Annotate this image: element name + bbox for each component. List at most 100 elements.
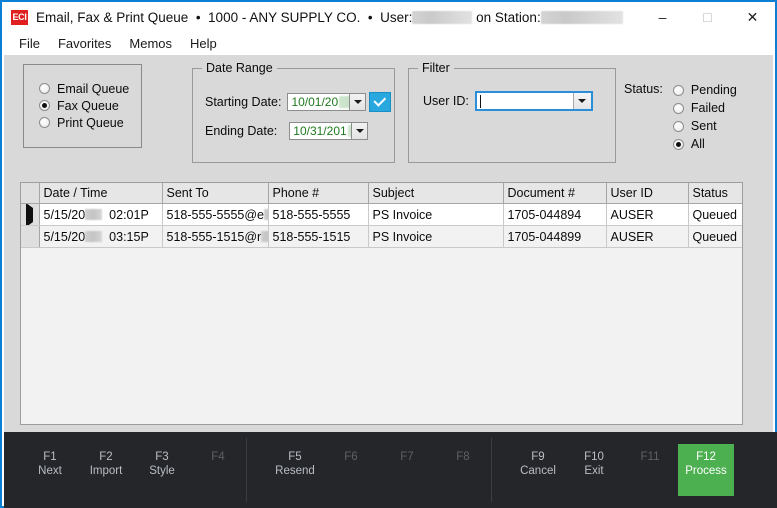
starting-date-row: Starting Date: 10/01/20 bbox=[205, 92, 392, 112]
date-range-title: Date Range bbox=[202, 61, 277, 75]
function-key-f11-key: F11 bbox=[640, 451, 660, 463]
function-key-f10-label: Exit bbox=[584, 465, 604, 477]
radio-fax-queue-indicator bbox=[39, 100, 50, 111]
function-key-f1-label: Next bbox=[38, 465, 62, 477]
column-header-user-id[interactable]: User ID bbox=[606, 183, 689, 204]
function-key-bar: F1 Next F2 Import F3 Style F4 F5 Resend bbox=[4, 432, 777, 508]
close-button[interactable]: ✕ bbox=[730, 2, 775, 32]
user-id-combo[interactable] bbox=[474, 91, 593, 111]
chevron-down-icon bbox=[353, 100, 362, 104]
function-key-f3-style[interactable]: F3 Style bbox=[134, 444, 190, 496]
menu-item-file[interactable]: File bbox=[10, 34, 49, 53]
menu-item-help[interactable]: Help bbox=[181, 34, 226, 53]
cell-datetime: 5/15/20 03:15P bbox=[39, 225, 163, 248]
cell-subject: PS Invoice bbox=[368, 225, 504, 248]
user-id-row: User ID: bbox=[423, 91, 593, 111]
user-id-label: User ID: bbox=[423, 94, 469, 108]
ending-date-label: Ending Date: bbox=[205, 124, 278, 138]
user-id-input[interactable] bbox=[476, 93, 573, 109]
title-user-label: User: bbox=[380, 9, 413, 25]
cell-phone: 518-555-1515 bbox=[268, 225, 369, 248]
function-key-f6-key: F6 bbox=[344, 451, 358, 463]
function-key-f10-key: F10 bbox=[584, 451, 604, 463]
title-station-label: on Station: bbox=[472, 9, 541, 25]
starting-date-input[interactable]: 10/01/20 bbox=[287, 93, 350, 111]
menu-item-memos[interactable]: Memos bbox=[120, 34, 181, 53]
filter-title: Filter bbox=[418, 61, 454, 75]
table-row[interactable]: 5/15/20 02:01P 518-555-5555@e 518-555-55… bbox=[21, 203, 742, 226]
ending-date-combo[interactable]: 10/31/201 bbox=[289, 122, 369, 140]
starting-date-dropdown-button[interactable] bbox=[349, 93, 367, 111]
cell-sent-to: 518-555-5555@e bbox=[162, 203, 269, 226]
date-range-apply-button[interactable] bbox=[369, 92, 392, 112]
function-key-f12-process[interactable]: F12 Process bbox=[678, 444, 734, 496]
title-company: 1000 - ANY SUPPLY CO. bbox=[208, 9, 361, 25]
title-app-name: Email, Fax & Print Queue bbox=[36, 9, 189, 25]
function-key-f5-key: F5 bbox=[288, 451, 302, 463]
current-row-arrow-icon bbox=[26, 203, 34, 225]
starting-date-combo[interactable]: 10/01/20 bbox=[287, 93, 367, 111]
function-key-f10-exit[interactable]: F10 Exit bbox=[566, 444, 622, 496]
row-selector-cell[interactable] bbox=[21, 203, 40, 226]
cell-document: 1705-044899 bbox=[503, 225, 607, 248]
chevron-down-icon bbox=[355, 129, 364, 133]
title-user-value-redacted bbox=[412, 10, 473, 24]
cell-phone: 518-555-5555 bbox=[268, 203, 369, 226]
radio-email-queue[interactable]: Email Queue bbox=[39, 80, 141, 97]
ending-date-dropdown-button[interactable] bbox=[351, 122, 369, 140]
function-key-f5-resend[interactable]: F5 Resend bbox=[267, 444, 323, 496]
radio-status-failed-indicator bbox=[672, 102, 684, 114]
cell-time-value: 02:01P bbox=[109, 207, 149, 222]
radio-fax-queue-label: Fax Queue bbox=[57, 98, 119, 113]
user-id-dropdown-button[interactable] bbox=[572, 93, 591, 109]
filter-group: Filter User ID: bbox=[408, 61, 616, 163]
function-key-f7: F7 bbox=[379, 444, 435, 496]
function-key-f2-import[interactable]: F2 Import bbox=[78, 444, 134, 496]
function-key-f4: F4 bbox=[190, 444, 246, 496]
column-header-sent-to[interactable]: Sent To bbox=[162, 183, 269, 204]
title-separator-2: • bbox=[360, 9, 381, 25]
title-bar: ECI Email, Fax & Print Queue • 1000 - AN… bbox=[2, 2, 775, 32]
column-header-datetime[interactable]: Date / Time bbox=[39, 183, 163, 204]
function-key-f1-next[interactable]: F1 Next bbox=[22, 444, 78, 496]
radio-status-failed[interactable]: Failed bbox=[672, 99, 737, 117]
queue-table: Date / Time Sent To Phone # Subject Docu… bbox=[21, 183, 742, 248]
radio-print-queue[interactable]: Print Queue bbox=[39, 114, 141, 131]
column-header-document[interactable]: Document # bbox=[503, 183, 607, 204]
window-controls: – □ ✕ bbox=[640, 2, 775, 32]
row-selector-cell[interactable] bbox=[21, 225, 40, 248]
title-station-value-redacted bbox=[540, 10, 623, 24]
maximize-button[interactable]: □ bbox=[685, 2, 730, 32]
starting-date-redacted bbox=[339, 96, 350, 108]
cell-date-redacted bbox=[85, 230, 103, 242]
ending-date-value: 10/31/201 bbox=[293, 124, 347, 138]
radio-status-sent[interactable]: Sent bbox=[672, 117, 737, 135]
menu-item-favorites[interactable]: Favorites bbox=[49, 34, 120, 53]
radio-status-all[interactable]: All bbox=[672, 135, 737, 153]
check-icon bbox=[373, 93, 387, 107]
column-header-subject[interactable]: Subject bbox=[368, 183, 504, 204]
status-filter-label: Status: bbox=[624, 82, 663, 96]
function-key-group-2: F5 Resend F6 F7 F8 bbox=[247, 432, 491, 508]
radio-email-queue-label: Email Queue bbox=[57, 81, 130, 96]
text-caret bbox=[479, 94, 481, 108]
function-key-f3-key: F3 bbox=[155, 451, 169, 463]
ending-date-input[interactable]: 10/31/201 bbox=[289, 122, 352, 140]
function-key-f2-key: F2 bbox=[99, 451, 113, 463]
function-key-f6: F6 bbox=[323, 444, 379, 496]
function-key-f9-label: Cancel bbox=[520, 465, 556, 477]
function-key-f9-cancel[interactable]: F9 Cancel bbox=[510, 444, 566, 496]
radio-status-all-label: All bbox=[690, 137, 705, 151]
queue-data-grid[interactable]: Date / Time Sent To Phone # Subject Docu… bbox=[20, 182, 743, 425]
radio-fax-queue[interactable]: Fax Queue bbox=[39, 97, 141, 114]
cell-time-value: 03:15P bbox=[109, 229, 149, 244]
radio-status-pending[interactable]: Pending bbox=[672, 81, 737, 99]
column-header-phone[interactable]: Phone # bbox=[268, 183, 369, 204]
cell-date-redacted bbox=[85, 208, 103, 220]
column-header-status[interactable]: Status bbox=[688, 183, 742, 204]
table-row[interactable]: 5/15/20 03:15P 518-555-1515@r 518-555-15… bbox=[21, 225, 742, 248]
cell-sent-to-value: 518-555-1515@r bbox=[166, 229, 262, 244]
function-key-f9-key: F9 bbox=[531, 451, 545, 463]
minimize-button[interactable]: – bbox=[640, 2, 685, 32]
function-key-f11: F11 bbox=[622, 444, 678, 496]
